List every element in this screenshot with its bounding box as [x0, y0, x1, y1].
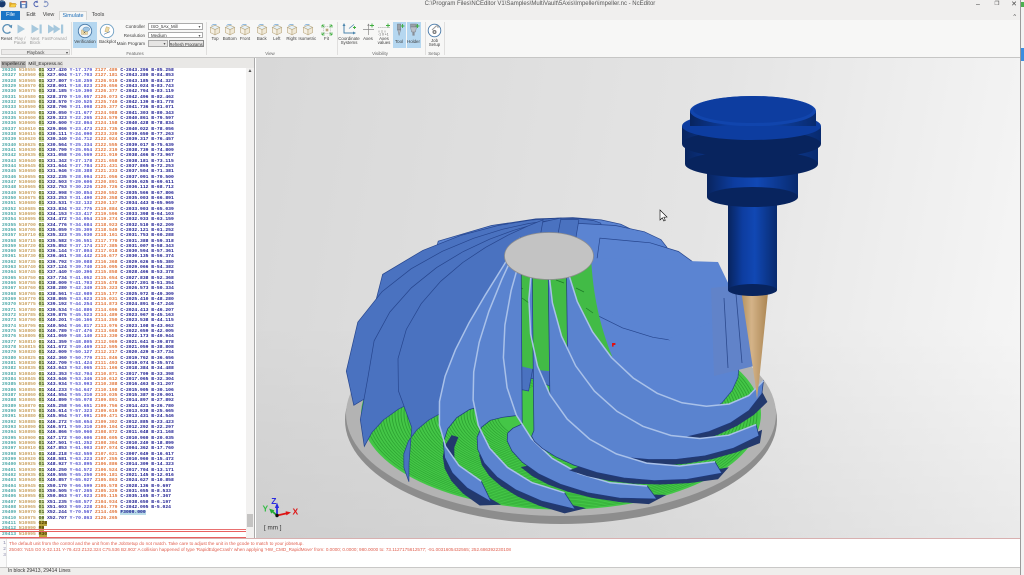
svg-text:Y: Y [263, 504, 269, 514]
svg-text:Z: Z [271, 496, 276, 506]
svg-text:[ mm ]: [ mm ] [264, 525, 282, 532]
svg-text:X: X [293, 507, 299, 517]
